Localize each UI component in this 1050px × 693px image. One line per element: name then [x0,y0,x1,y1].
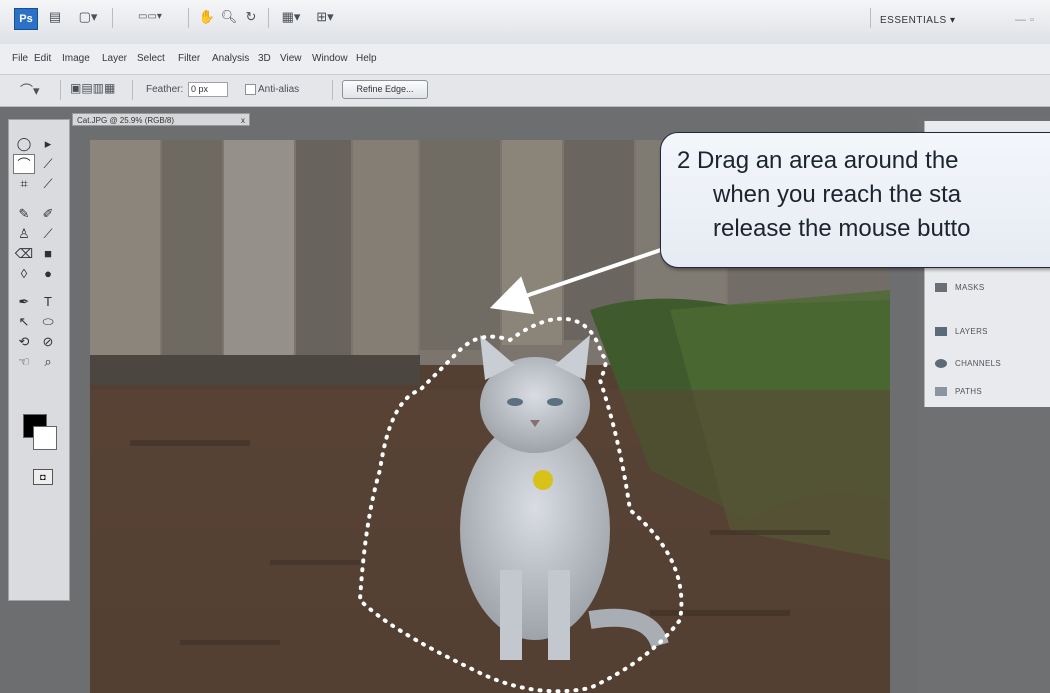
menu-file[interactable]: File [12,53,28,64]
masks-icon [935,283,947,293]
pen-tool-icon[interactable]: ✒ [13,292,35,312]
tools-panel: ◯ ▸ ⌒ ⟋ ⌗ ⟋ ✎ ✐ ♙ ⟋ ⌫ ■ ◊ ● ✒ T ↖ ⬭ ⟲ ⊘ … [8,119,70,601]
menu-layer[interactable]: Layer [102,53,127,64]
blur-tool-icon[interactable]: ◊ [13,264,35,284]
workspace-switcher[interactable]: ESSENTIALS ▾ [880,15,956,26]
dodge-tool-icon[interactable]: ● [37,264,59,284]
ps-logo: Ps [14,8,38,30]
screen-mode-icon[interactable]: ▢▾ [74,9,102,25]
channels-icon [935,359,947,369]
panel-channels-label: CHANNELS [955,359,1001,368]
history-brush-tool-icon[interactable]: ⟋ [37,224,59,244]
healing-tool-icon[interactable]: ✎ [13,204,35,224]
rotate-icon[interactable]: ↻ [242,9,260,25]
hand-icon[interactable]: ✋ [198,9,216,25]
panel-masks-label: MASKS [955,283,985,292]
zoom-tool-icon[interactable]: ⌕ [37,352,59,372]
path-select-tool-icon[interactable]: ↖ [13,312,35,332]
document-tab[interactable]: Cat.JPG @ 25.9% (RGB/8) x [72,113,250,126]
3d-rotate-tool-icon[interactable]: ⟲ [13,332,35,352]
antialias-checkbox[interactable] [245,84,256,95]
paths-icon [935,387,947,397]
feather-input[interactable]: 0 px [188,82,228,97]
minimize-icon[interactable]: — [1015,14,1026,26]
menu-help[interactable]: Help [356,53,377,64]
menu-bar: File Edit Image Layer Select Filter Anal… [0,44,1050,75]
shape-tool-icon[interactable]: ⬭ [37,312,59,332]
bridge-icon[interactable]: ▤ [46,9,64,25]
extras-icon[interactable]: ⊞▾ [312,9,338,25]
layers-icon [935,327,947,337]
options-bar: ⌒▾ ▣▤▥▦ Feather: 0 px Anti-alias Refine … [0,75,1050,107]
close-tab-icon[interactable]: x [241,114,245,127]
3d-orbit-tool-icon[interactable]: ⊘ [37,332,59,352]
menu-select[interactable]: Select [137,53,165,64]
feather-label: Feather: [146,84,184,95]
callout-line-3: release the mouse butto [713,215,971,242]
zoom-level-icon[interactable]: ▭▭▾ [120,9,180,25]
panel-paths[interactable]: PATHS [935,387,982,397]
maximize-icon[interactable]: ▫ [1030,14,1034,26]
instruction-callout: 2 Drag an area around the when you reach… [660,132,1050,268]
menu-view[interactable]: View [280,53,302,64]
stamp-tool-icon[interactable]: ♙ [13,224,35,244]
panel-channels[interactable]: CHANNELS [935,359,1001,369]
document-tab-title: Cat.JPG @ 25.9% (RGB/8) [77,116,175,125]
menu-3d[interactable]: 3D [258,53,271,64]
photoshop-window: Ps ▤ ▢▾ ▭▭▾ ✋ 🔍︎ ↻ ▦▾ ⊞▾ ESSENTIALS ▾ — … [0,0,1050,693]
type-tool-icon[interactable]: T [37,292,59,312]
menu-analysis[interactable]: Analysis [212,53,249,64]
quick-mask-icon[interactable]: ◘ [33,469,53,485]
quick-select-tool-icon[interactable]: ⟋ [37,154,59,174]
hand-tool-icon[interactable]: ☜ [13,352,35,372]
refine-edge-button[interactable]: Refine Edge... [342,80,428,99]
menu-window[interactable]: Window [312,53,348,64]
callout-line-1: 2 Drag an area around the [677,147,959,174]
marquee-tool-icon[interactable]: ◯ [13,134,35,154]
menu-edit[interactable]: Edit [34,53,51,64]
eyedropper-tool-icon[interactable]: ⟋ [37,174,59,194]
antialias-label: Anti-alias [258,84,300,95]
menu-filter[interactable]: Filter [178,53,200,64]
arrange-icon[interactable]: ▦▾ [278,9,304,25]
application-bar: Ps ▤ ▢▾ ▭▭▾ ✋ 🔍︎ ↻ ▦▾ ⊞▾ ESSENTIALS ▾ — … [0,0,1050,45]
zoom-icon[interactable]: 🔍︎ [220,9,238,25]
callout-line-2: when you reach the sta [713,181,962,208]
crop-tool-icon[interactable]: ⌗ [13,174,35,194]
panel-layers-label: LAYERS [955,327,988,336]
panel-layers[interactable]: LAYERS [935,327,988,337]
workspace-label: ESSENTIALS [880,15,947,26]
brush-tool-icon[interactable]: ✐ [37,204,59,224]
panel-paths-label: PATHS [955,387,982,396]
panel-masks[interactable]: MASKS [935,283,985,293]
lasso-preset-icon[interactable]: ⌒▾ [20,80,40,99]
lasso-tool-icon[interactable]: ⌒ [13,154,35,174]
background-color-swatch[interactable] [33,426,57,450]
selection-mode-icons[interactable]: ▣▤▥▦ [70,81,115,95]
move-tool-icon[interactable]: ▸ [37,134,59,154]
gradient-tool-icon[interactable]: ■ [37,244,59,264]
menu-image[interactable]: Image [62,53,90,64]
eraser-tool-icon[interactable]: ⌫ [13,244,35,264]
